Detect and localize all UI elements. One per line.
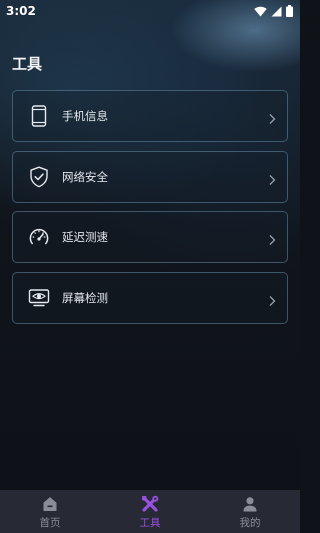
- chevron-right-icon: [267, 171, 277, 185]
- tool-item-label: 网络安全: [62, 169, 108, 184]
- chevron-right-icon: [267, 292, 277, 306]
- nav-label-home: 首页: [39, 517, 61, 529]
- wifi-icon: [254, 2, 267, 21]
- tool-item-label: 延迟测速: [62, 230, 108, 244]
- monitor-eye-icon: [28, 287, 50, 309]
- status-time: 3:02: [6, 4, 36, 18]
- shield-check-icon: [28, 166, 50, 188]
- nav-item-home[interactable]: 首页: [0, 490, 100, 533]
- chevron-right-icon: [267, 231, 277, 245]
- tool-item-label: 屏幕检测: [62, 290, 108, 305]
- battery-icon: [286, 2, 293, 21]
- nav-label-tools: 工具: [139, 517, 161, 529]
- chevron-right-icon: [267, 110, 277, 124]
- home-icon: [41, 495, 59, 513]
- page-title: 工具: [12, 55, 43, 73]
- nav-label-profile: 我的: [239, 517, 261, 529]
- tool-item-phone-info[interactable]: 手机信息: [12, 90, 288, 142]
- tool-item-network-security[interactable]: 网络安全: [12, 150, 288, 203]
- bottom-nav: 首页 工具 我的: [0, 490, 300, 533]
- speedometer-icon: [28, 226, 50, 248]
- profile-icon: [241, 495, 259, 513]
- nav-item-profile[interactable]: 我的: [200, 490, 300, 533]
- tools-icon: [141, 495, 159, 513]
- status-icons: [254, 2, 293, 21]
- tool-item-label: 手机信息: [62, 109, 108, 123]
- phone-icon: [28, 105, 50, 127]
- status-bar: 3:02: [0, 0, 300, 22]
- tool-item-screen-test[interactable]: 屏幕检测: [12, 271, 288, 324]
- nav-item-tools[interactable]: 工具: [100, 490, 200, 533]
- tool-item-latency-test[interactable]: 延迟测速: [12, 211, 288, 263]
- tool-list: 手机信息 网络安全 延迟测速 屏幕检测: [12, 90, 288, 332]
- cellular-signal-icon: [271, 2, 282, 21]
